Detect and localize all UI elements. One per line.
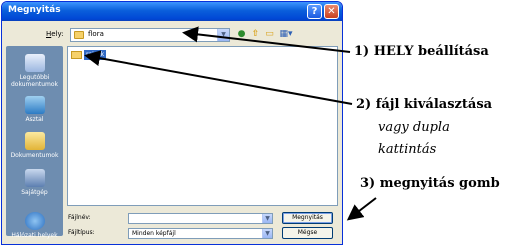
chevron-down-icon[interactable]: ▼ (262, 214, 272, 223)
filetype-value: Minden képfájl (132, 230, 176, 237)
filename-field[interactable]: ▼ (128, 213, 273, 224)
place-recent[interactable]: Legutóbbi dokumentumok (6, 54, 63, 88)
chevron-down-icon[interactable]: ▼ (262, 229, 272, 238)
my-computer-icon (24, 169, 45, 187)
place-label: Sajátgép (21, 189, 48, 196)
help-button[interactable]: ? (307, 4, 322, 19)
arrow-step3 (346, 197, 377, 221)
place-documents[interactable]: Dokumentumok (6, 132, 63, 159)
open-button[interactable]: Megnyitás (282, 212, 333, 224)
annotation-step1: 1) HELY beállítása (354, 44, 489, 59)
filetype-select[interactable]: Minden képfájl ▼ (128, 228, 273, 239)
location-combo[interactable]: flora ▼ (70, 28, 230, 42)
close-button[interactable]: ✕ (324, 4, 339, 19)
open-dialog: Megnyitás ? ✕ Hely: flora ▼ ● ⇧ ▭ ▦▾ Leg… (1, 1, 343, 245)
network-places-icon (24, 212, 45, 230)
annotation-step2: 2) fájl kiválasztása (356, 97, 493, 112)
filename-label: Fájlnév: (68, 214, 91, 221)
new-folder-icon[interactable]: ▭ (264, 29, 275, 40)
place-network[interactable]: Hálózati helyek (6, 212, 63, 239)
recent-docs-icon (24, 54, 45, 72)
place-label: Hálózati helyek (11, 232, 58, 239)
place-desktop[interactable]: Asztal (6, 96, 63, 123)
view-menu-icon[interactable]: ▦▾ (278, 29, 294, 40)
file-name: rajzok (84, 50, 107, 60)
desktop-icon (24, 96, 45, 114)
cancel-button[interactable]: Mégse (282, 227, 333, 239)
location-value: flora (88, 30, 104, 38)
chevron-down-icon[interactable]: ▼ (217, 29, 229, 41)
annotation-step3: 3) megnyitás gomb (360, 176, 500, 191)
place-label: Asztal (25, 116, 44, 123)
place-label: Dokumentumok (10, 152, 59, 159)
location-label: Hely: (46, 30, 64, 38)
file-list[interactable]: rajzok (67, 46, 338, 206)
folder-icon (74, 31, 84, 39)
places-bar: Legutóbbi dokumentumok Asztal Dokumentum… (6, 46, 63, 239)
location-toolbar: Hely: flora ▼ ● ⇧ ▭ ▦▾ (2, 26, 342, 46)
place-computer[interactable]: Sajátgép (6, 169, 63, 196)
annotation-step2-alt-2: kattintás (378, 142, 437, 157)
place-label: Legutóbbi dokumentumok (10, 74, 59, 88)
up-folder-icon[interactable]: ⇧ (250, 29, 261, 40)
folder-icon (71, 51, 82, 59)
documents-icon (24, 132, 45, 150)
annotation-step2-alt-1: vagy dupla (378, 120, 450, 135)
window-title: Megnyitás (8, 5, 61, 15)
title-bar[interactable]: Megnyitás ? ✕ (2, 2, 342, 21)
back-icon[interactable]: ● (236, 29, 247, 40)
filetype-label: Fájltípus: (68, 229, 95, 236)
